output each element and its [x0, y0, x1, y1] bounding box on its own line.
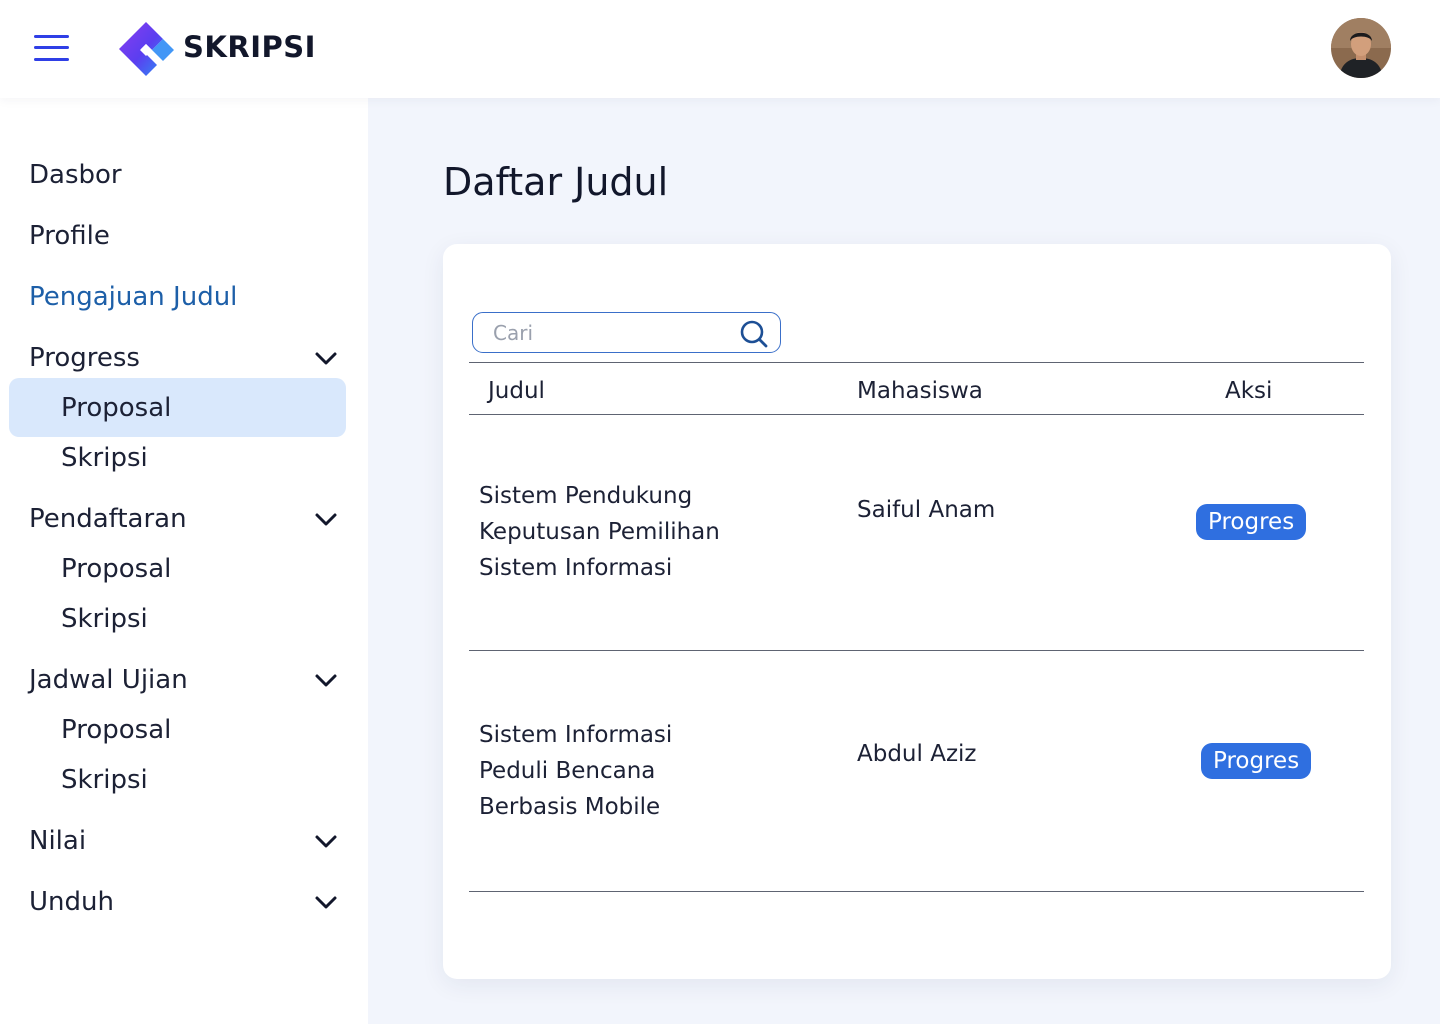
skripsi-logo-icon [119, 22, 174, 76]
cell-judul: Sistem Pendukung Keputusan Pemilihan Sis… [479, 483, 720, 581]
sidebar-item-profile[interactable]: Profile [0, 214, 368, 258]
sidebar-item-unduh[interactable]: Unduh [0, 880, 368, 924]
sidebar-subitem-pendaftaran-skripsi[interactable]: Skripsi [0, 597, 368, 641]
page-title: Daftar Judul [443, 160, 669, 204]
sidebar-subitem-jadwal-skripsi[interactable]: Skripsi [0, 758, 368, 802]
chevron-down-icon[interactable] [313, 509, 339, 529]
row-divider [469, 891, 1364, 892]
chevron-down-icon[interactable] [313, 892, 339, 912]
brand-name: SKRIPSI [183, 30, 316, 64]
column-header-judul: Judul [488, 378, 545, 404]
sidebar-subitem-pendaftaran-proposal[interactable]: Proposal [0, 547, 368, 591]
search-box [472, 312, 781, 353]
column-header-aksi: Aksi [1225, 378, 1273, 404]
sidebar: Dasbor Profile Pengajuan Judul Progress … [0, 98, 368, 1024]
sidebar-subitem-label: Proposal [61, 393, 172, 423]
sidebar-subitem-jadwal-proposal[interactable]: Proposal [0, 708, 368, 752]
sidebar-subitem-label: Skripsi [61, 765, 148, 795]
sidebar-item-label: Progress [29, 343, 140, 373]
sidebar-item-label: Pendaftaran [29, 504, 187, 534]
chevron-down-icon[interactable] [313, 831, 339, 851]
progres-button[interactable]: Progres [1196, 504, 1307, 540]
top-header: SKRIPSI [0, 0, 1440, 98]
sidebar-item-label: Unduh [29, 887, 114, 917]
table-header-top-border [469, 362, 1364, 363]
sidebar-item-label: Pengajuan Judul [29, 282, 238, 312]
row-divider [469, 650, 1364, 651]
sidebar-subitem-progress-skripsi[interactable]: Skripsi [0, 436, 368, 480]
hamburger-menu-icon[interactable] [34, 33, 70, 63]
sidebar-item-label: Nilai [29, 826, 87, 856]
selected-highlight [9, 378, 346, 437]
search-icon[interactable] [739, 319, 769, 349]
sidebar-subitem-label: Skripsi [61, 604, 148, 634]
sidebar-item-progress[interactable]: Progress [0, 336, 368, 380]
sidebar-item-label: Profile [29, 221, 110, 251]
chevron-down-icon[interactable] [313, 348, 339, 368]
sidebar-item-label: Dasbor [29, 160, 122, 190]
sidebar-subitem-progress-proposal[interactable]: Proposal [0, 378, 368, 437]
sidebar-subitem-label: Proposal [61, 554, 172, 584]
sidebar-item-pengajuan-judul[interactable]: Pengajuan Judul [0, 275, 368, 319]
title-list-card: Judul Mahasiswa Aksi Sistem Pendukung Ke… [443, 244, 1391, 979]
cell-mahasiswa: Saiful Anam [857, 497, 996, 523]
user-avatar[interactable] [1331, 18, 1391, 78]
sidebar-item-pendaftaran[interactable]: Pendaftaran [0, 497, 368, 541]
search-input[interactable] [493, 319, 733, 347]
progres-button[interactable]: Progres [1201, 743, 1312, 779]
sidebar-item-nilai[interactable]: Nilai [0, 819, 368, 863]
table-header-bottom-border [469, 414, 1364, 415]
cell-judul: Sistem Informasi Peduli Bencana Berbasis… [479, 722, 673, 820]
cell-mahasiswa: Abdul Aziz [857, 741, 977, 767]
sidebar-subitem-label: Skripsi [61, 443, 148, 473]
sidebar-item-dasbor[interactable]: Dasbor [0, 153, 368, 197]
chevron-down-icon[interactable] [313, 670, 339, 690]
column-header-mahasiswa: Mahasiswa [857, 378, 983, 404]
sidebar-item-jadwal-ujian[interactable]: Jadwal Ujian [0, 658, 368, 702]
sidebar-subitem-label: Proposal [61, 715, 172, 745]
sidebar-item-label: Jadwal Ujian [29, 665, 188, 695]
